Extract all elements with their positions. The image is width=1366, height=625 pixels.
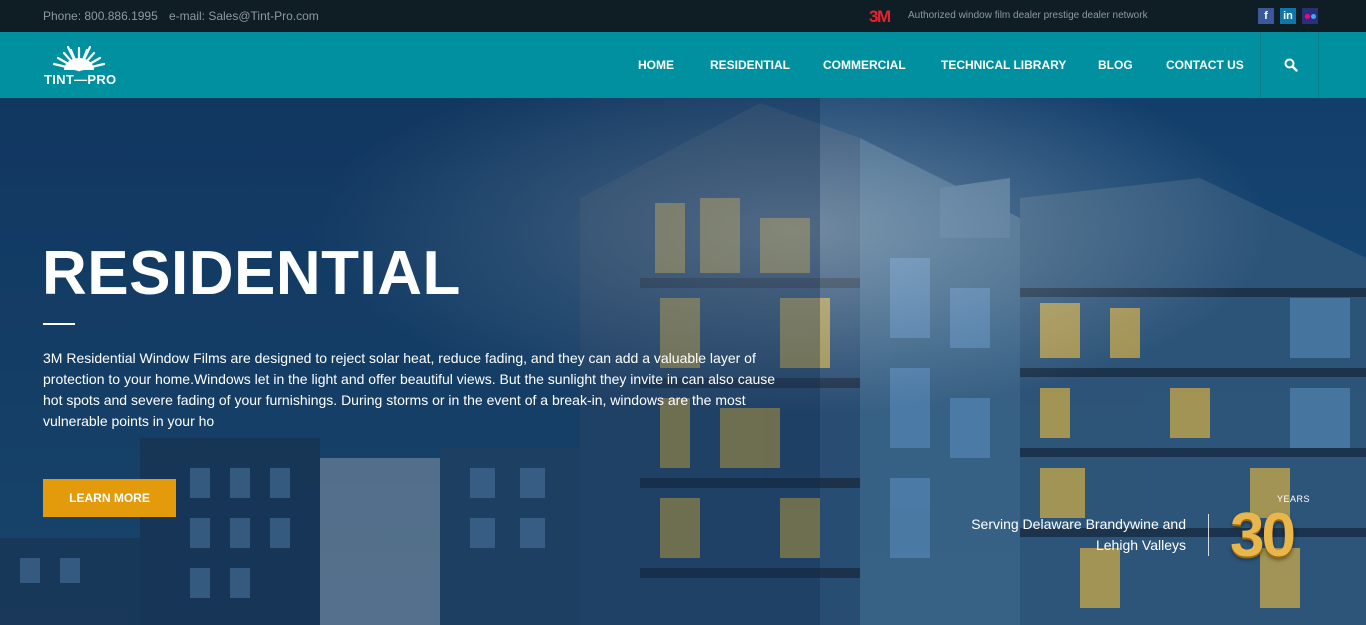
sunburst-logo-icon	[52, 45, 106, 72]
search-icon	[1284, 58, 1298, 72]
title-divider	[43, 323, 75, 325]
nav-blog[interactable]: BLOG	[1098, 32, 1133, 98]
years-badge-number: 30	[1230, 501, 1296, 570]
phone-number[interactable]: Phone: 800.886.1995	[43, 9, 158, 23]
service-area-text: Serving Delaware Brandywine and Lehigh V…	[960, 514, 1186, 556]
logo-text: TINT—PRO	[44, 72, 117, 87]
linkedin-icon[interactable]: in	[1280, 8, 1296, 24]
years-divider	[1208, 514, 1209, 556]
nav-home[interactable]: HOME	[638, 32, 674, 98]
service-area-line-1: Serving Delaware Brandywine and	[971, 516, 1186, 532]
service-area-line-2: Lehigh Valleys	[1095, 537, 1186, 553]
site-logo[interactable]: TINT—PRO	[42, 44, 122, 88]
nav-residential[interactable]: RESIDENTIAL	[710, 32, 790, 98]
email-link[interactable]: e-mail: Sales@Tint-Pro.com	[169, 9, 319, 23]
hero-description: 3M Residential Window Films are designed…	[43, 350, 776, 429]
nav-contact-us[interactable]: CONTACT US	[1166, 32, 1244, 98]
3m-logo[interactable]: 3M	[869, 7, 891, 27]
nav-commercial[interactable]: COMMERCIAL	[823, 32, 906, 98]
main-nav: TINT—PRO HOME RESIDENTIAL COMMERCIAL TEC…	[0, 32, 1366, 98]
page-title: RESIDENTIAL	[42, 239, 461, 308]
facebook-icon[interactable]: f	[1258, 8, 1274, 24]
flickr-icon[interactable]	[1302, 8, 1318, 24]
hero-banner: RESIDENTIAL 3M Residential Window Films …	[0, 98, 1366, 625]
nav-technical-library[interactable]: TECHNICAL LIBRARY	[941, 32, 1066, 98]
search-button[interactable]	[1260, 32, 1319, 98]
dealer-tagline: Authorized window film dealer prestige d…	[908, 10, 1148, 21]
top-bar: Phone: 800.886.1995 e-mail: Sales@Tint-P…	[0, 0, 1366, 32]
learn-more-button[interactable]: LEARN MORE	[43, 479, 176, 517]
